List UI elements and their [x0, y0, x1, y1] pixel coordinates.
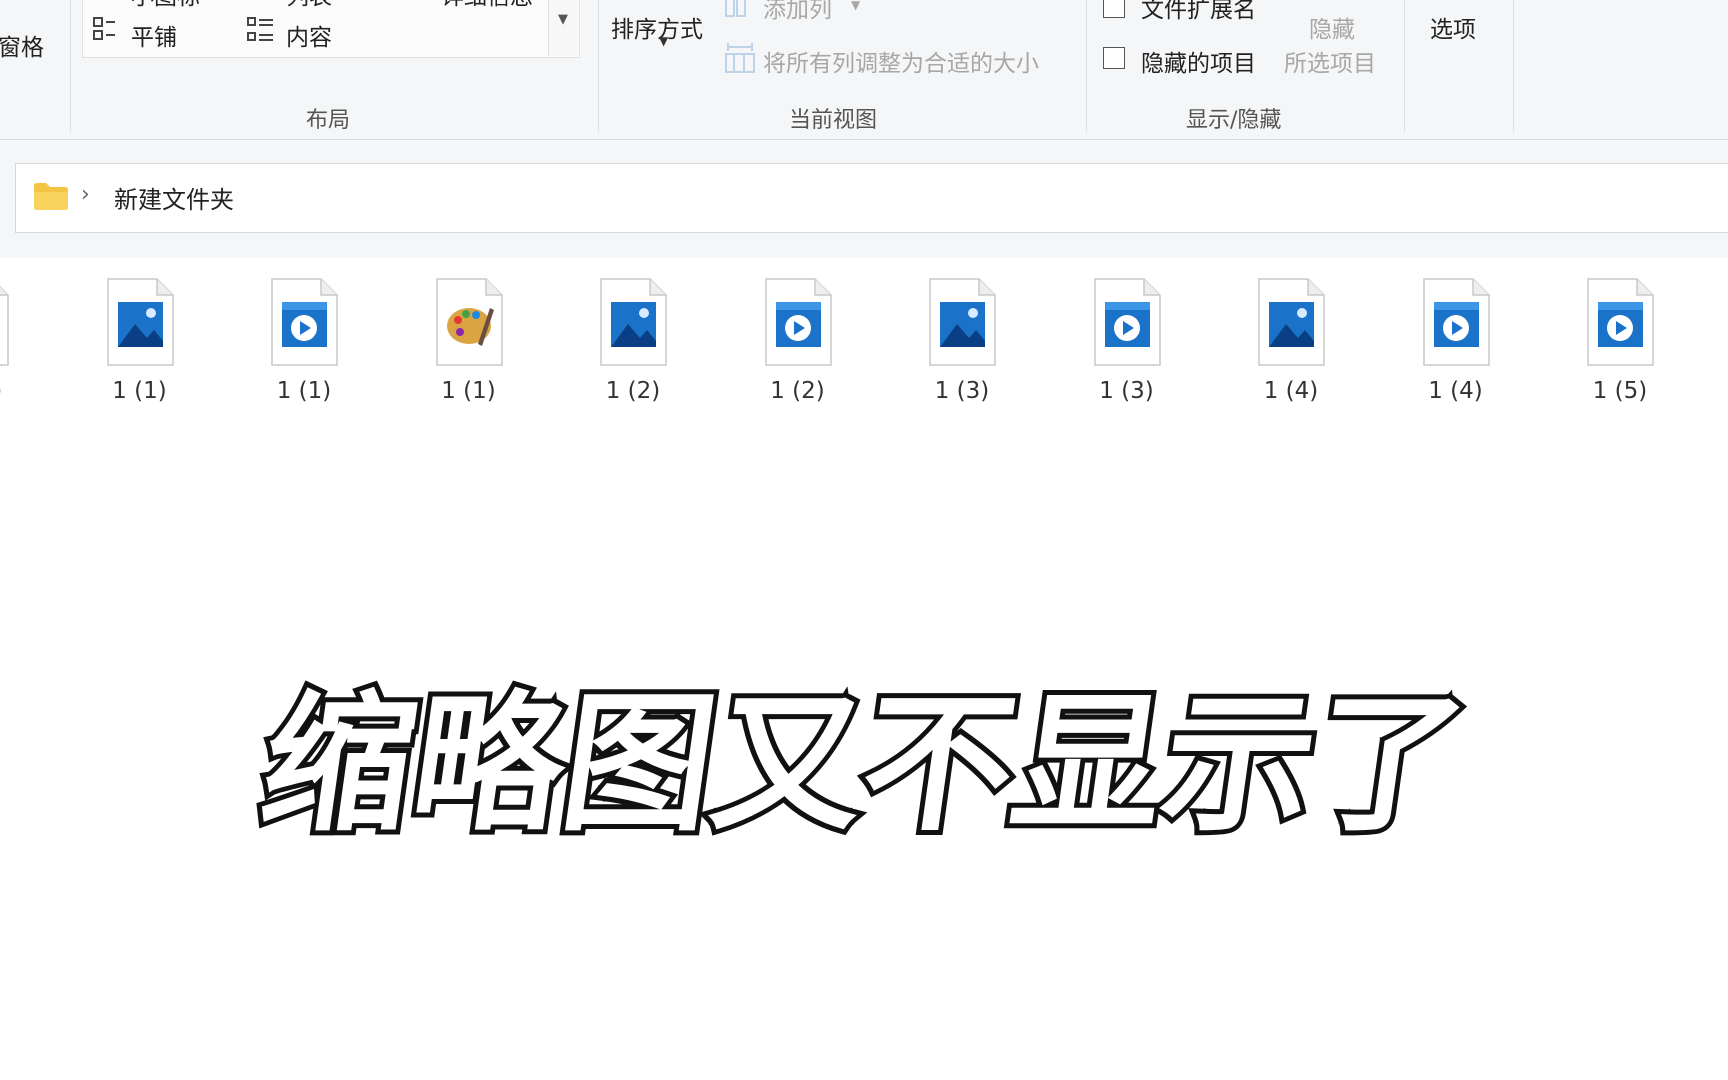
- file-name: 1 (3): [1099, 378, 1154, 404]
- file-name: 1 (4): [1263, 378, 1319, 404]
- file-name: 1 (1): [0, 378, 35, 404]
- file-name: 1 (1): [112, 378, 167, 404]
- breadcrumb-current-folder[interactable]: 新建文件夹: [114, 180, 234, 215]
- content-icon: [247, 17, 273, 41]
- file-name: 1 (3): [934, 378, 990, 404]
- file-name: 1 (2): [605, 378, 661, 404]
- file-extensions-label: 文件扩展名: [1141, 0, 1256, 23]
- hide-selected-button[interactable]: 隐藏: [1309, 10, 1355, 44]
- list-option[interactable]: 列表: [286, 0, 332, 11]
- hidden-items-checkbox[interactable]: [1103, 47, 1125, 69]
- tiles-icon: [93, 17, 115, 40]
- address-bar[interactable]: › 新建文件夹: [15, 163, 1728, 233]
- content-option[interactable]: 内容: [286, 18, 332, 52]
- folder-icon: [34, 183, 68, 210]
- size-columns-icon: [725, 43, 755, 73]
- chevron-down-icon: ▼: [558, 12, 568, 27]
- video-file-icon: [764, 278, 832, 366]
- add-column-button[interactable]: 添加列: [763, 0, 832, 24]
- show-hide-group-title: 显示/隐藏: [1186, 108, 1282, 133]
- file-item[interactable]: 1 (3): [902, 278, 1022, 410]
- layout-group-title: 布局: [306, 108, 351, 133]
- file-item[interactable]: 1 (1): [244, 278, 364, 410]
- video-file-icon: [271, 278, 338, 366]
- pane-button[interactable]: 窗格: [0, 28, 44, 62]
- ribbon-separator: [1404, 0, 1405, 132]
- size-all-columns-button[interactable]: 将所有列调整为合适的大小: [763, 44, 1039, 78]
- file-item[interactable]: 1 (2): [738, 278, 858, 410]
- current-view-group-title: 当前视图: [789, 108, 878, 133]
- ribbon: 窗格 小图标 列表 详细信息 平铺 内容 ▼: [0, 0, 1728, 140]
- gallery-more-button[interactable]: ▼: [548, 0, 578, 56]
- file-name: 1 (1): [441, 378, 496, 404]
- file-item[interactable]: 1 (3): [1067, 278, 1187, 410]
- ribbon-separator: [1086, 0, 1087, 132]
- layout-gallery: 小图标 列表 详细信息 平铺 内容: [82, 0, 580, 58]
- image-file-icon: [600, 278, 667, 366]
- file-item[interactable]: 1 (1): [0, 278, 35, 410]
- file-item[interactable]: 1 (2): [573, 278, 693, 410]
- file-name: 1 (2): [770, 378, 825, 404]
- file-name: 1 (4): [1428, 378, 1483, 404]
- video-caption: 缩略图又不显示了: [247, 673, 1481, 857]
- video-file-icon: [1422, 278, 1490, 366]
- tiles-option[interactable]: 平铺: [131, 18, 177, 52]
- file-extensions-checkbox[interactable]: [1103, 0, 1125, 18]
- video-file-icon: [1587, 278, 1654, 366]
- file-item[interactable]: 1 (1): [409, 278, 529, 410]
- video-file-icon: [1093, 278, 1161, 366]
- details-option[interactable]: 详细信息: [441, 0, 533, 11]
- ribbon-separator: [70, 0, 71, 132]
- details-icon: [401, 0, 427, 9]
- file-name: 1 (1): [276, 378, 332, 404]
- image-file-icon: [106, 278, 174, 366]
- image-file-icon: [0, 285, 9, 366]
- file-item[interactable]: 1 (5): [1560, 278, 1680, 410]
- image-file-icon: [929, 278, 996, 366]
- chevron-down-icon: ▼: [851, 0, 861, 12]
- breadcrumb-separator: ›: [81, 182, 90, 207]
- file-item[interactable]: 1 (4): [1231, 278, 1351, 410]
- chevron-down-icon: ▼: [659, 34, 669, 48]
- file-item[interactable]: 1 (4): [1396, 278, 1516, 410]
- list-icon: [246, 0, 272, 9]
- file-name: 1 (5): [1592, 378, 1648, 404]
- options-button[interactable]: 选项: [1430, 10, 1476, 44]
- ribbon-separator: [1513, 0, 1514, 132]
- sort-by-button[interactable]: 排序方式: [611, 10, 703, 44]
- paint-file-icon: [435, 278, 503, 366]
- small-icons-icon: [92, 0, 116, 9]
- hidden-items-label: 隐藏的项目: [1141, 51, 1256, 77]
- small-icons-option[interactable]: 小图标: [131, 0, 200, 11]
- image-file-icon: [1258, 278, 1325, 366]
- add-column-icon: [725, 0, 746, 17]
- file-item[interactable]: 1 (1): [80, 278, 200, 410]
- ribbon-separator: [598, 0, 599, 132]
- selected-items-label: 所选项目: [1284, 51, 1376, 77]
